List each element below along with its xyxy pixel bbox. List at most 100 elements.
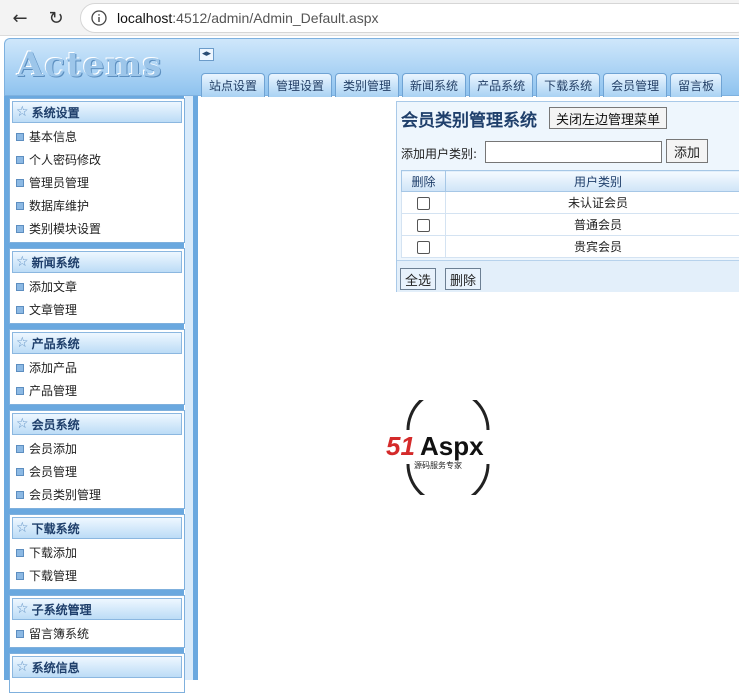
add-category-label: 添加用户类别: [401, 145, 477, 162]
sidebar-item-category-modules[interactable]: 类别模块设置 [10, 217, 184, 240]
sidebar-item-product-management[interactable]: 产品管理 [10, 379, 184, 402]
sidebar-group-downloads: ☆下载系统 下载添加 下载管理 [9, 514, 185, 590]
member-category-panel: 会员类别管理系统 关闭左边管理菜单 添加用户类别: 添加 删除 用户类别 未认证… [396, 101, 739, 292]
sidebar-item-article-management[interactable]: 文章管理 [10, 298, 184, 321]
sidebar-group-title[interactable]: ☆下载系统 [12, 517, 182, 539]
category-table: 删除 用户类别 未认证会员 普通会员 贵宾会员 [401, 170, 739, 258]
column-header-delete: 删除 [402, 171, 446, 192]
admin-header: Actems ◂▸ 站点设置 管理设置 类别管理 新闻系统 产品系统 下载系统 … [4, 38, 739, 96]
sidebar-item-basic-info[interactable]: 基本信息 [10, 125, 184, 148]
sidebar-item-database[interactable]: 数据库维护 [10, 194, 184, 217]
bullet-icon [16, 156, 24, 164]
bullet-icon [16, 133, 24, 141]
bullet-icon [16, 283, 24, 291]
bullet-icon [16, 572, 24, 580]
bullet-icon [16, 549, 24, 557]
delete-button[interactable]: 删除 [445, 268, 481, 290]
tab-news-system[interactable]: 新闻系统 [402, 73, 466, 97]
add-category-input[interactable] [485, 141, 662, 163]
star-icon: ☆ [16, 335, 29, 351]
refresh-icon[interactable]: ↻ [44, 6, 68, 30]
row-checkbox-cell [402, 236, 446, 258]
url-text[interactable]: localhost:4512/admin/Admin_Default.aspx [117, 10, 379, 26]
sidebar-group-title[interactable]: ☆系统信息 [12, 656, 182, 678]
star-icon: ☆ [16, 520, 29, 536]
sidebar-scrollbar[interactable] [184, 96, 193, 680]
browser-toolbar: ← ↻ localhost:4512/admin/Admin_Default.a… [0, 0, 739, 36]
bullet-icon [16, 491, 24, 499]
logo-51-text: 51 [386, 431, 415, 461]
top-nav-tabs: 站点设置 管理设置 类别管理 新闻系统 产品系统 下载系统 会员管理 留言板 [201, 73, 722, 97]
logo-aspx-text: Aspx [420, 431, 484, 461]
page-title: 会员类别管理系统 [401, 106, 537, 131]
star-icon: ☆ [16, 416, 29, 432]
sidebar-group-members: ☆会员系统 会员添加 会员管理 会员类别管理 [9, 410, 185, 509]
tab-guestbook[interactable]: 留言板 [670, 73, 722, 97]
sidebar-group-subsystems: ☆子系统管理 留言簿系统 [9, 595, 185, 648]
sidebar-group-system-info: ☆系统信息 [9, 653, 185, 693]
sidebar-item-guestbook[interactable]: 留言簿系统 [10, 622, 184, 645]
sidebar-item-add-member[interactable]: 会员添加 [10, 437, 184, 460]
table-row: 未认证会员 [402, 192, 739, 214]
logo: Actems [17, 45, 163, 85]
bullet-icon [16, 202, 24, 210]
star-icon: ☆ [16, 659, 29, 675]
sidebar-item-download-management[interactable]: 下载管理 [10, 564, 184, 587]
back-arrow-icon[interactable]: ← [8, 6, 32, 30]
bullet-icon [16, 225, 24, 233]
bullet-icon [16, 387, 24, 395]
sidebar-group-title[interactable]: ☆系统设置 [12, 101, 182, 123]
sidebar-item-add-download[interactable]: 下载添加 [10, 541, 184, 564]
bullet-icon [16, 445, 24, 453]
sidebar-group-title[interactable]: ☆子系统管理 [12, 598, 182, 620]
table-row: 普通会员 [402, 214, 739, 236]
sidebar-group-products: ☆产品系统 添加产品 产品管理 [9, 329, 185, 405]
row-checkbox[interactable] [417, 241, 430, 254]
logo-tagline: 源码服务专家 [414, 460, 462, 470]
sidebar-item-member-categories[interactable]: 会员类别管理 [10, 483, 184, 506]
star-icon: ☆ [16, 254, 29, 270]
bullet-icon [16, 630, 24, 638]
sidebar-group-news: ☆新闻系统 添加文章 文章管理 [9, 248, 185, 324]
row-checkbox-cell [402, 214, 446, 236]
sidebar-group-title[interactable]: ☆新闻系统 [12, 251, 182, 273]
table-header-row: 删除 用户类别 [402, 171, 739, 192]
sidebar-item-admin-management[interactable]: 管理员管理 [10, 171, 184, 194]
sidebar-group-title[interactable]: ☆产品系统 [12, 332, 182, 354]
tab-product-system[interactable]: 产品系统 [469, 73, 533, 97]
table-actions-bar: 全选 删除 [397, 260, 739, 292]
info-icon[interactable] [91, 10, 107, 26]
address-bar[interactable]: localhost:4512/admin/Admin_Default.aspx [80, 3, 739, 33]
row-checkbox[interactable] [417, 219, 430, 232]
sidebar-item-add-product[interactable]: 添加产品 [10, 356, 184, 379]
star-icon: ☆ [16, 104, 29, 120]
column-header-category: 用户类别 [446, 171, 739, 192]
sidebar-group-title[interactable]: ☆会员系统 [12, 413, 182, 435]
bullet-icon [16, 306, 24, 314]
add-button[interactable]: 添加 [666, 139, 708, 163]
tab-admin-settings[interactable]: 管理设置 [268, 73, 332, 97]
sidebar-item-password[interactable]: 个人密码修改 [10, 148, 184, 171]
tab-member-management[interactable]: 会员管理 [603, 73, 667, 97]
menu-toggle-icon[interactable]: ◂▸ [199, 48, 214, 61]
star-icon: ☆ [16, 601, 29, 617]
category-name: 普通会员 [446, 214, 739, 236]
sidebar-group-system-settings: ☆系统设置 基本信息 个人密码修改 管理员管理 数据库维护 类别模块设置 [9, 98, 185, 243]
row-checkbox-cell [402, 192, 446, 214]
select-all-button[interactable]: 全选 [400, 268, 436, 290]
sidebar-item-add-article[interactable]: 添加文章 [10, 275, 184, 298]
bullet-icon [16, 179, 24, 187]
51aspx-watermark-logo: 51 Aspx 源码服务专家 [386, 400, 510, 495]
sidebar-item-member-management[interactable]: 会员管理 [10, 460, 184, 483]
category-name: 未认证会员 [446, 192, 739, 214]
bullet-icon [16, 364, 24, 372]
close-left-menu-button[interactable]: 关闭左边管理菜单 [549, 107, 667, 129]
tab-category-management[interactable]: 类别管理 [335, 73, 399, 97]
left-sidebar: ☆系统设置 基本信息 个人密码修改 管理员管理 数据库维护 类别模块设置 ☆新闻… [4, 96, 198, 680]
row-checkbox[interactable] [417, 197, 430, 210]
category-name: 贵宾会员 [446, 236, 739, 258]
tab-download-system[interactable]: 下载系统 [536, 73, 600, 97]
table-row: 贵宾会员 [402, 236, 739, 258]
bullet-icon [16, 468, 24, 476]
tab-site-settings[interactable]: 站点设置 [201, 73, 265, 97]
